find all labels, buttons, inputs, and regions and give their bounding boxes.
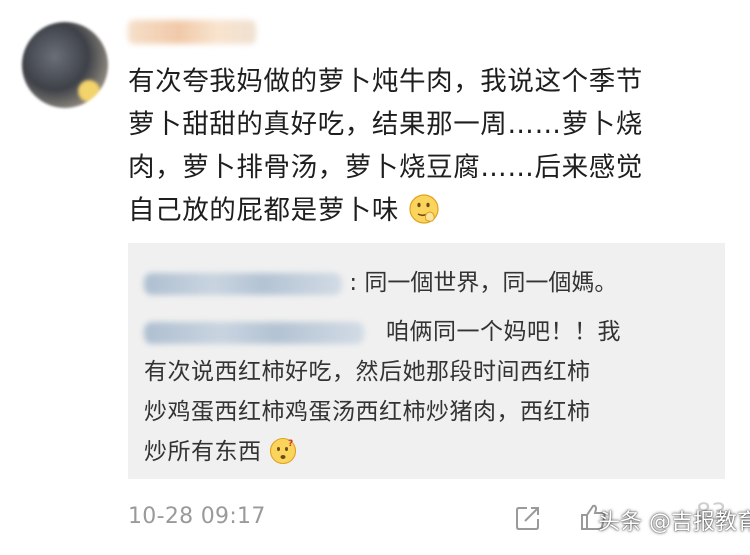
source-watermark: 头条 @吉报教育 [598,510,750,535]
reply-text: : 同一個世界，同一個媽。 [349,270,618,296]
reply-line: 有次说西红柿好吃，然后她那段时间西红柿 [144,359,591,385]
reply-username-blurred[interactable] [144,272,342,295]
reply-line: 炒鸡蛋西红柿鸡蛋汤西红柿炒猪肉，西红柿 [144,399,591,425]
comment-line: 自己放的屁都是萝卜味 [128,189,728,232]
reply-item: 咱俩同一个妈吧！！我 有次说西红柿好吃，然后她那段时间西红柿 炒鸡蛋西红柿鸡蛋汤… [144,312,714,472]
share-icon[interactable] [514,504,542,532]
smirk-face-emoji-icon [408,193,440,225]
main-comment: 有次夸我妈做的萝卜炖牛肉，我说这个季节 萝卜甜甜的真好吃，结果那一周……萝卜烧 … [128,60,728,232]
comment-timestamp: 10-28 09:17 [128,504,266,529]
username-blurred[interactable] [128,20,256,44]
reply-line: 咱俩同一个妈吧！！我 [144,312,714,352]
reply-line: 炒所有东西 ? [144,432,714,472]
reply-username-blurred[interactable] [144,321,364,344]
avatar-badge [78,80,100,102]
reply-thread: : 同一個世界，同一個媽。 咱俩同一个妈吧！！我 有次说西红柿好吃，然后她那段时… [128,243,725,479]
reply-line-text: 炒所有东西 [144,439,262,465]
comment-line: 肉，萝卜排骨汤，萝卜烧豆腐……后来感觉 [128,152,643,183]
svg-text:?: ? [288,439,294,449]
comment-line: 萝卜甜甜的真好吃，结果那一周……萝卜烧 [128,109,643,140]
reply-item: : 同一個世界，同一個媽。 [144,263,617,303]
comment-line: 有次夸我妈做的萝卜炖牛肉，我说这个季节 [128,66,643,97]
thinking-face-emoji-icon: ? [269,437,297,465]
comment-footer: 10-28 09:17 83 头条 @吉报教育 [128,498,750,540]
user-avatar[interactable] [22,22,108,108]
reply-text: 咱俩同一个妈吧！！我 [386,319,621,345]
comment-line-text: 自己放的屁都是萝卜味 [128,195,399,226]
